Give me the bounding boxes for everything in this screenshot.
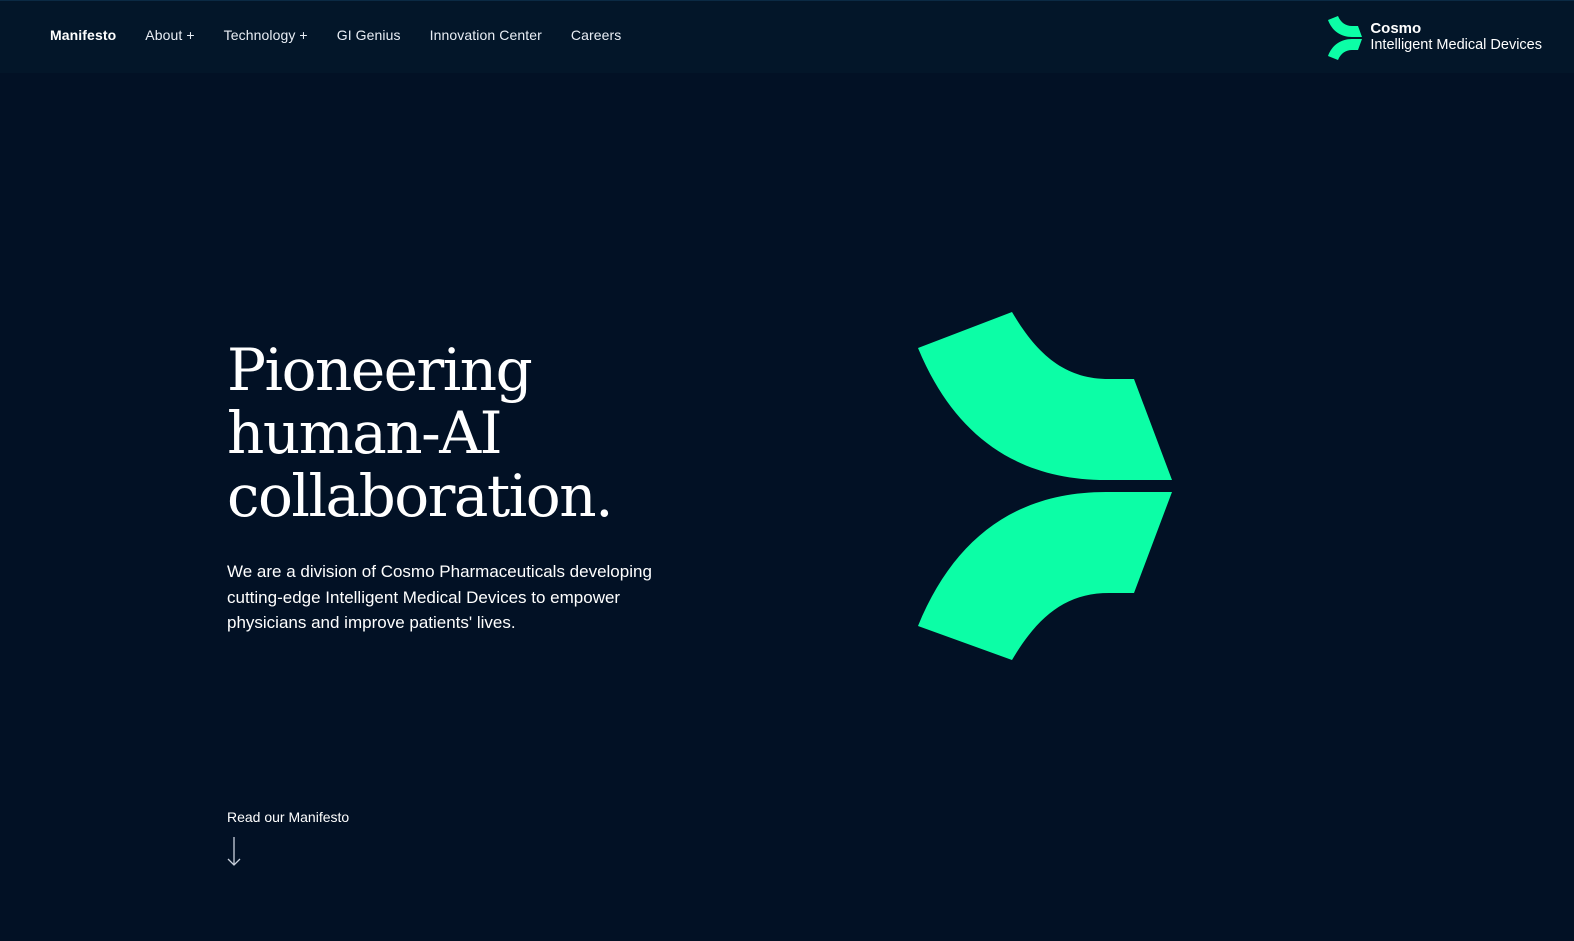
brand-name: Cosmo <box>1370 20 1422 37</box>
nav-item-careers[interactable]: Careers <box>571 27 622 43</box>
cosmo-logo-mark-icon <box>1328 16 1363 60</box>
hero-description: We are a division of Cosmo Pharmaceutica… <box>227 562 652 632</box>
hero-title-line: collaboration. <box>227 462 614 530</box>
nav-item-about[interactable]: About + <box>145 27 194 43</box>
top-navigation-bar: Manifesto About + Technology + GI Genius… <box>0 0 1574 73</box>
hero-title-line: Pioneering <box>227 336 533 404</box>
nav-item-technology[interactable]: Technology + <box>224 27 308 43</box>
brand-logo-link[interactable]: Cosmo Intelligent Medical Devices <box>1328 15 1542 61</box>
hero-title-line: human-AI <box>227 399 503 467</box>
read-manifesto-link[interactable]: Read our Manifesto <box>227 809 349 825</box>
brand-text: Cosmo Intelligent Medical Devices <box>1370 15 1542 54</box>
cosmo-large-logo-mark-icon <box>918 312 1172 660</box>
nav-item-manifesto[interactable]: Manifesto <box>50 27 116 43</box>
nav-item-gi-genius[interactable]: GI Genius <box>337 27 401 43</box>
brand-subtitle: Intelligent Medical Devices <box>1370 37 1542 53</box>
hero-title: Pioneering human-AI collaboration. <box>227 336 614 530</box>
nav-item-innovation-center[interactable]: Innovation Center <box>430 27 542 43</box>
main-nav: Manifesto About + Technology + GI Genius… <box>50 27 650 43</box>
arrow-down-icon[interactable] <box>226 836 242 868</box>
